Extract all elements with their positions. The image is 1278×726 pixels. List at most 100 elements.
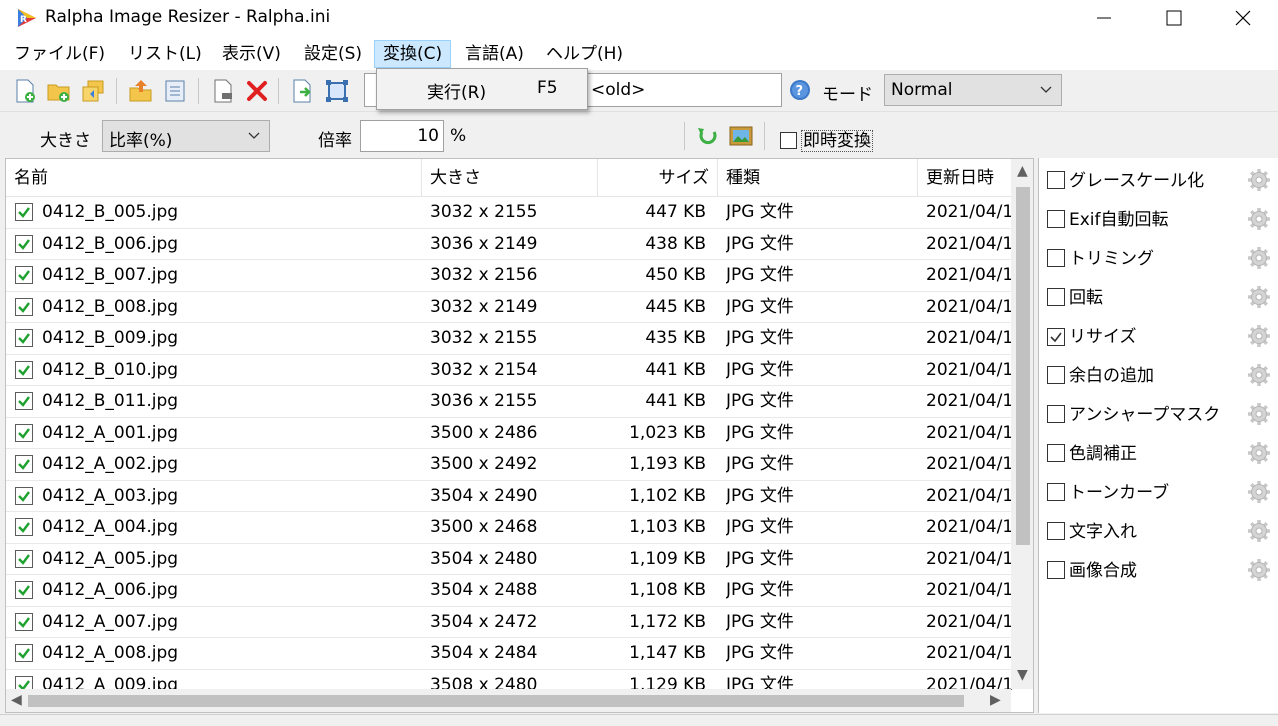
menu-view[interactable]: 表示(V): [214, 40, 289, 68]
add-folder-icon[interactable]: [46, 78, 72, 104]
filter-item[interactable]: 色調補正: [1047, 439, 1137, 469]
scroll-down-icon[interactable]: ▼: [1017, 667, 1028, 683]
table-row[interactable]: 0412_A_006.jpg 3504 x 2488 1,108 KB JPG 文件 2…: [6, 575, 1013, 607]
row-checkbox[interactable]: [15, 297, 33, 316]
filter-checkbox[interactable]: [1047, 444, 1065, 462]
minimize-button[interactable]: [1069, 0, 1139, 36]
filter-item[interactable]: 文字入れ: [1047, 517, 1137, 547]
filter-checkbox[interactable]: [1047, 366, 1065, 384]
table-row[interactable]: 0412_B_005.jpg 3032 x 2155 447 KB JPG 文件 202…: [6, 197, 1013, 229]
filter-checkbox[interactable]: [1047, 328, 1065, 346]
row-checkbox[interactable]: [15, 360, 33, 379]
filter-checkbox[interactable]: [1047, 288, 1065, 306]
filter-item[interactable]: 回転: [1047, 283, 1103, 313]
menu-list[interactable]: リスト(L): [120, 40, 210, 68]
filter-checkbox[interactable]: [1047, 210, 1065, 228]
scroll-right-icon[interactable]: ▶: [990, 692, 1001, 708]
row-checkbox[interactable]: [15, 423, 33, 442]
delete-icon[interactable]: [244, 78, 270, 104]
close-button[interactable]: [1208, 0, 1278, 36]
filter-checkbox[interactable]: [1047, 249, 1065, 267]
gear-icon[interactable]: [1247, 285, 1271, 309]
filter-item[interactable]: トーンカーブ: [1047, 478, 1169, 508]
mode-select[interactable]: Normal: [884, 74, 1062, 106]
table-row[interactable]: 0412_A_005.jpg 3504 x 2480 1,109 KB JPG 文件 2…: [6, 544, 1013, 575]
row-checkbox[interactable]: [15, 392, 33, 410]
column-header-dimensions[interactable]: 大きさ: [422, 159, 598, 197]
table-row[interactable]: 0412_B_006.jpg 3036 x 2149 438 KB JPG 文件 202…: [6, 229, 1013, 260]
row-checkbox[interactable]: [15, 203, 33, 221]
menu-help[interactable]: ヘルプ(H): [538, 40, 631, 68]
row-checkbox[interactable]: [15, 581, 33, 599]
table-row[interactable]: 0412_B_007.jpg 3032 x 2156 450 KB JPG 文件 202…: [6, 260, 1013, 292]
select-all-icon[interactable]: [324, 78, 350, 104]
menu-item-run[interactable]: 実行(R): [427, 78, 486, 103]
instant-convert-checkbox[interactable]: 即時変換: [780, 126, 873, 152]
table-row[interactable]: 0412_A_004.jpg 3500 x 2468 1,103 KB JPG 文件 2…: [6, 512, 1013, 544]
row-checkbox[interactable]: [15, 266, 33, 284]
filter-checkbox[interactable]: [1047, 522, 1065, 540]
filter-checkbox[interactable]: [1047, 561, 1065, 579]
row-checkbox[interactable]: [15, 518, 33, 536]
maximize-button[interactable]: [1139, 0, 1209, 36]
horizontal-scrollbar[interactable]: ◀ ▶: [6, 689, 1011, 712]
filter-item[interactable]: 余白の追加: [1047, 361, 1154, 391]
scroll-left-icon[interactable]: ◀: [11, 692, 22, 708]
help-icon[interactable]: ?: [788, 78, 812, 102]
gear-icon[interactable]: [1247, 441, 1271, 465]
table-row[interactable]: 0412_A_003.jpg 3504 x 2490 1,102 KB JPG 文件 2…: [6, 481, 1013, 512]
remove-file-icon[interactable]: [210, 78, 236, 104]
scroll-up-icon[interactable]: ▲: [1017, 163, 1028, 179]
output-folder-icon[interactable]: [128, 78, 154, 104]
row-checkbox[interactable]: [15, 234, 33, 253]
row-checkbox[interactable]: [15, 486, 33, 505]
filter-checkbox[interactable]: [1047, 405, 1065, 423]
gear-icon[interactable]: [1247, 168, 1271, 192]
horizontal-scroll-thumb[interactable]: [28, 695, 964, 707]
file-list[interactable]: 名前 大きさ サイズ 種類 更新日時 0412_B_005.jpg 3032 x …: [5, 158, 1034, 713]
menu-settings[interactable]: 設定(S): [296, 40, 370, 68]
table-row[interactable]: 0412_B_011.jpg 3036 x 2155 441 KB JPG 文件 202…: [6, 386, 1013, 418]
filter-item[interactable]: トリミング: [1047, 244, 1154, 274]
gear-icon[interactable]: [1247, 480, 1271, 504]
row-checkbox[interactable]: [15, 644, 33, 662]
row-checkbox[interactable]: [15, 329, 33, 347]
table-row[interactable]: 0412_B_008.jpg 3032 x 2149 445 KB JPG 文件 202…: [6, 292, 1013, 323]
gear-icon[interactable]: [1247, 324, 1271, 348]
menu-convert[interactable]: 変換(C): [374, 40, 452, 68]
table-row[interactable]: 0412_A_007.jpg 3504 x 2472 1,172 KB JPG 文件 2…: [6, 607, 1013, 638]
row-checkbox[interactable]: [15, 549, 33, 568]
menu-file[interactable]: ファイル(F): [6, 40, 113, 68]
filter-item[interactable]: リサイズ: [1047, 322, 1137, 352]
add-subfolder-icon[interactable]: [80, 78, 106, 104]
vertical-scroll-thumb[interactable]: [1016, 187, 1030, 545]
save-list-icon[interactable]: [162, 78, 188, 104]
table-row[interactable]: 0412_A_001.jpg 3500 x 2486 1,023 KB JPG 文件 2…: [6, 418, 1013, 449]
gear-icon[interactable]: [1247, 402, 1271, 426]
filter-item[interactable]: Exif自動回転: [1047, 205, 1169, 235]
row-checkbox[interactable]: [15, 455, 33, 473]
filter-item[interactable]: 画像合成: [1047, 556, 1137, 586]
vertical-scrollbar[interactable]: ▲ ▼: [1011, 159, 1033, 689]
export-icon[interactable]: [290, 78, 316, 104]
filter-checkbox[interactable]: [1047, 483, 1065, 501]
gear-icon[interactable]: [1247, 207, 1271, 231]
gear-icon[interactable]: [1247, 519, 1271, 543]
table-row[interactable]: 0412_B_009.jpg 3032 x 2155 435 KB JPG 文件 202…: [6, 323, 1013, 355]
image-preview-icon[interactable]: [729, 125, 753, 147]
gear-icon[interactable]: [1247, 246, 1271, 270]
checkbox-box[interactable]: [780, 132, 797, 149]
row-checkbox[interactable]: [15, 612, 33, 631]
column-header-name[interactable]: 名前: [6, 159, 422, 197]
table-row[interactable]: 0412_B_010.jpg 3032 x 2154 441 KB JPG 文件 202…: [6, 355, 1013, 386]
column-header-size[interactable]: サイズ: [598, 159, 718, 197]
gear-icon[interactable]: [1247, 363, 1271, 387]
table-row[interactable]: 0412_A_008.jpg 3504 x 2484 1,147 KB JPG 文件 2…: [6, 638, 1013, 670]
rotate-icon[interactable]: [696, 125, 720, 147]
filter-item[interactable]: アンシャープマスク: [1047, 400, 1220, 430]
ratio-input[interactable]: 10: [360, 120, 444, 152]
filter-checkbox[interactable]: [1047, 171, 1065, 189]
menu-language[interactable]: 言語(A): [457, 40, 532, 68]
add-file-icon[interactable]: [12, 78, 38, 104]
filter-item[interactable]: グレースケール化: [1047, 166, 1204, 196]
